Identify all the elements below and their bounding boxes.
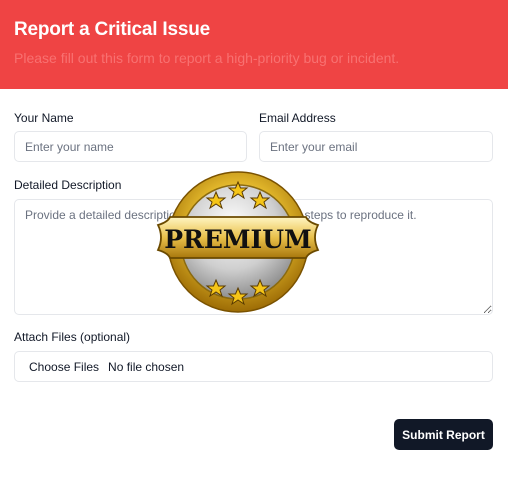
premium-badge-graphic: PREMIUM xyxy=(156,171,320,313)
page-subtitle: Please fill out this form to report a hi… xyxy=(14,50,400,66)
email-input[interactable] xyxy=(259,131,493,162)
attachments-label: Attach Files (optional) xyxy=(14,330,131,344)
premium-badge-text: PREMIUM xyxy=(164,225,311,254)
form-header: Report a Critical Issue Please fill out … xyxy=(0,0,508,89)
submit-report-button[interactable]: Submit Report xyxy=(394,419,493,450)
premium-badge-icon: PREMIUM xyxy=(154,170,322,315)
name-label: Your Name xyxy=(14,111,74,125)
choose-files-button[interactable]: Choose Files xyxy=(29,360,99,374)
name-input[interactable] xyxy=(14,131,247,162)
email-label: Email Address xyxy=(259,111,336,125)
page-title: Report a Critical Issue xyxy=(14,19,211,40)
description-label: Detailed Description xyxy=(14,178,122,192)
file-status-text: No file chosen xyxy=(108,359,185,374)
file-input[interactable]: Choose Files No file chosen xyxy=(14,351,493,382)
